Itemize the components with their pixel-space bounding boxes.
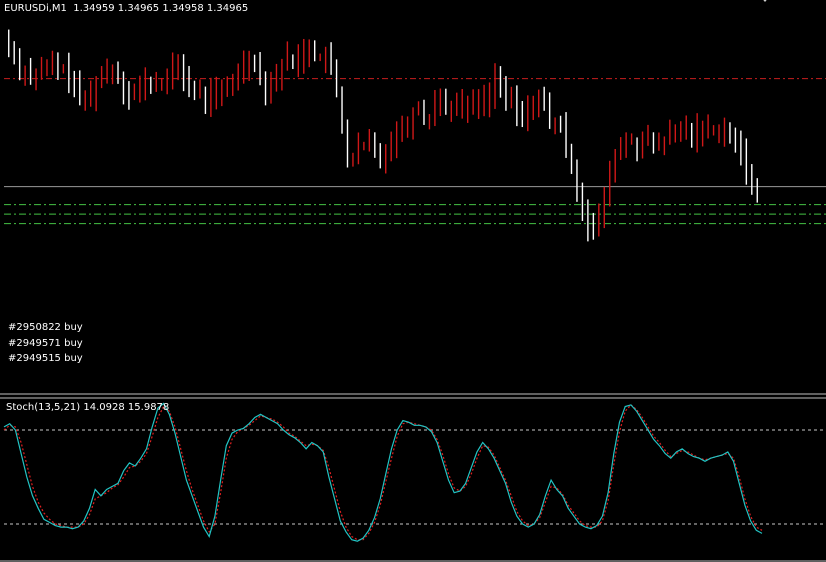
stochastic-header: Stoch(13,5,21) 14.0928 15.9878: [6, 402, 169, 414]
trading-chart-window: EURUSDi,M1 1.34959 1.34965 1.34958 1.349…: [0, 0, 826, 562]
order-label-3[interactable]: #2949515 buy: [8, 353, 83, 365]
ohlc-values: 1.34959 1.34965 1.34958 1.34965: [73, 3, 249, 14]
scroll-chevron-icon[interactable]: [760, 0, 770, 4]
symbol-timeframe: EURUSDi,M1: [4, 3, 67, 14]
price-header: EURUSDi,M1 1.34959 1.34965 1.34958 1.349…: [4, 3, 248, 15]
order-label-1[interactable]: #2950822 buy: [8, 322, 83, 334]
stochastic-values: 14.0928 15.9878: [83, 402, 170, 413]
order-label-2[interactable]: #2949571 buy: [8, 338, 83, 350]
stoch-main-line: [3, 402, 763, 542]
stochastic-panel: [3, 402, 826, 542]
stochastic-title: Stoch(13,5,21): [6, 402, 81, 413]
chart-canvas[interactable]: [0, 0, 826, 562]
price-panel: [0, 29, 826, 562]
stoch-signal-line: [3, 404, 763, 541]
